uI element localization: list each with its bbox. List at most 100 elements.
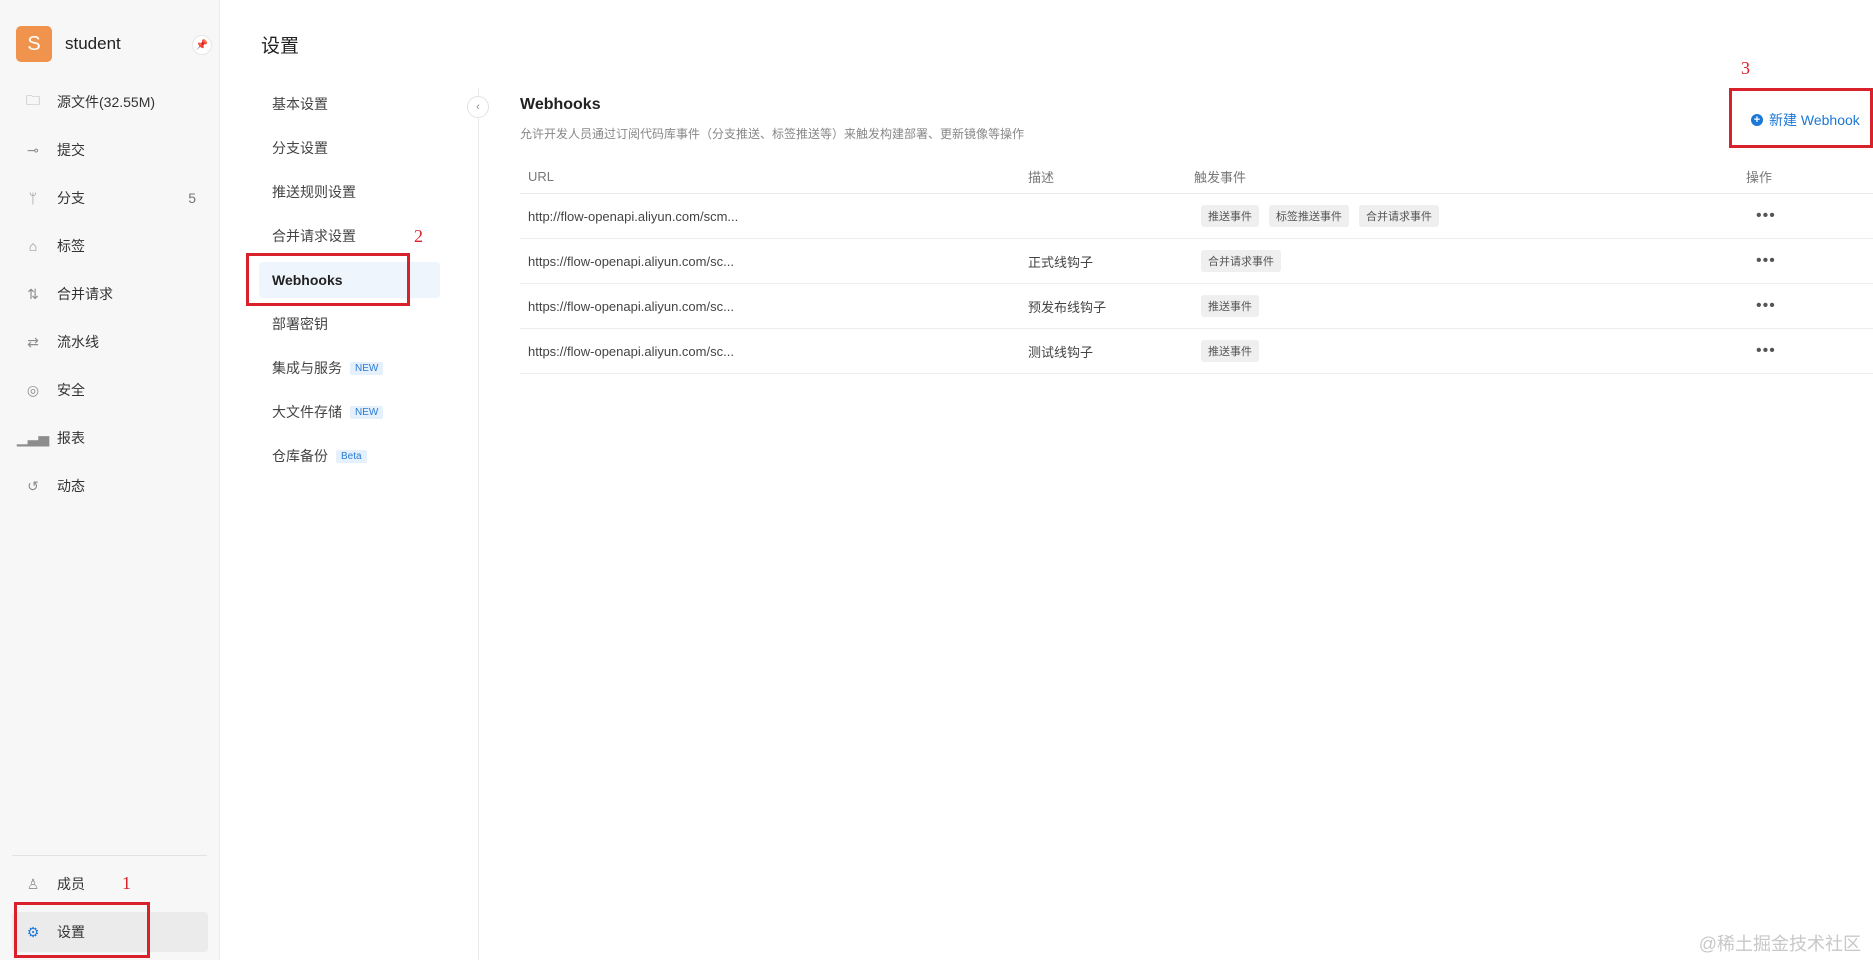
sidebar-item-label: 源文件(32.55M) (57, 94, 156, 110)
new-badge: NEW (350, 361, 384, 375)
sidebar-item-members[interactable]: ♙ 成员 (12, 864, 208, 904)
sidebar-item-security[interactable]: ◎ 安全 (12, 370, 208, 410)
sidebar-item-label: 成员 (57, 876, 85, 892)
sidebar-item-merge-requests[interactable]: ⇅ 合并请求 (12, 274, 208, 314)
webhook-events: 合并请求事件 (1194, 250, 1746, 272)
settings-nav-merge-request[interactable]: 合并请求设置 (259, 218, 440, 254)
settings-nav-push-rules[interactable]: 推送规则设置 (259, 174, 440, 210)
webhooks-table: URL 描述 触发事件 操作 http://flow-openapi.aliyu… (520, 160, 1873, 374)
webhook-url[interactable]: https://flow-openapi.aliyun.com/sc... (520, 254, 1028, 269)
sidebar-item-activity[interactable]: ↺ 动态 (12, 466, 208, 506)
collapse-button[interactable]: ‹ (467, 96, 489, 118)
more-actions-icon[interactable]: ••• (1746, 342, 1846, 360)
settings-nav-integrations[interactable]: 集成与服务 NEW (259, 350, 440, 386)
sidebar-item-label: 动态 (57, 478, 85, 494)
section-description: 允许开发人员通过订阅代码库事件（分支推送、标签推送等）来触发构建部署、更新镜像等… (520, 127, 1025, 141)
settings-nav-label: 推送规则设置 (272, 184, 356, 200)
webhook-url[interactable]: https://flow-openapi.aliyun.com/sc... (520, 299, 1028, 314)
sidebar-item-pipeline[interactable]: ⇄ 流水线 (12, 322, 208, 362)
section-title: Webhooks (520, 96, 601, 113)
annotation-number-2: 2 (414, 226, 423, 246)
sidebar-item-tags[interactable]: ⌂ 标签 (12, 226, 208, 266)
settings-nav-label: 大文件存储 (272, 404, 342, 420)
app-window: S student 📌 🗀 源文件(32.55M) ⊸ 提交 ᛘ 分支 5 ⌂ … (0, 0, 1873, 960)
sidebar-divider (12, 855, 207, 856)
annotation-box-settings (14, 902, 150, 958)
sidebar-item-label: 安全 (57, 382, 85, 398)
webhook-url[interactable]: https://flow-openapi.aliyun.com/sc... (520, 344, 1028, 359)
event-tag: 推送事件 (1201, 340, 1259, 362)
avatar: S (16, 26, 52, 62)
sidebar-item-label: 提交 (57, 142, 85, 158)
settings-nav-label: 集成与服务 (272, 360, 342, 376)
file-icon: 🗀 (26, 92, 40, 108)
event-tag: 推送事件 (1201, 205, 1259, 227)
sidebar-item-label: 分支 (57, 190, 85, 206)
settings-nav-label: 仓库备份 (272, 448, 328, 464)
beta-badge: Beta (336, 449, 367, 463)
column-divider (478, 88, 479, 960)
settings-nav-label: 部署密钥 (272, 316, 328, 332)
column-header-desc: 描述 (1028, 170, 1055, 185)
sidebar-item-files[interactable]: 🗀 源文件(32.55M) (12, 82, 208, 122)
tag-icon: ⌂ (28, 238, 38, 254)
more-actions-icon[interactable]: ••• (1746, 297, 1846, 315)
commit-icon: ⊸ (27, 141, 39, 158)
annotation-box-webhooks (246, 253, 410, 306)
settings-nav-label: 分支设置 (272, 140, 328, 156)
more-actions-icon[interactable]: ••• (1746, 207, 1846, 225)
column-header-events: 触发事件 (1194, 170, 1247, 185)
history-icon: ↺ (27, 477, 39, 494)
merge-request-icon: ⇅ (27, 285, 39, 302)
table-row: https://flow-openapi.aliyun.com/sc... 测试… (520, 329, 1873, 374)
webhook-events: 推送事件 标签推送事件 合并请求事件 (1194, 205, 1746, 227)
column-header-ops: 操作 (1746, 170, 1773, 185)
more-actions-icon[interactable]: ••• (1746, 252, 1846, 270)
table-row: https://flow-openapi.aliyun.com/sc... 预发… (520, 284, 1873, 329)
pin-icon[interactable]: 📌 (192, 35, 212, 55)
sidebar-item-branches[interactable]: ᛘ 分支 5 (12, 178, 208, 218)
settings-nav-label: 基本设置 (272, 96, 328, 112)
webhook-desc: 测试线钩子 (1028, 344, 1094, 360)
chevron-left-icon: ‹ (476, 101, 480, 113)
security-icon: ◎ (26, 381, 40, 398)
new-badge: NEW (350, 405, 384, 419)
event-tag: 合并请求事件 (1201, 250, 1281, 272)
repo-name: student (65, 34, 121, 53)
annotation-box-new-webhook (1729, 88, 1873, 148)
settings-nav-lfs[interactable]: 大文件存储 NEW (259, 394, 440, 430)
settings-nav-label: 合并请求设置 (272, 228, 356, 244)
table-header: URL 描述 触发事件 操作 (520, 160, 1873, 194)
webhook-url[interactable]: http://flow-openapi.aliyun.com/scm... (520, 209, 1028, 224)
sidebar-item-label: 合并请求 (57, 286, 113, 302)
event-tag: 合并请求事件 (1359, 205, 1439, 227)
settings-nav-basic[interactable]: 基本设置 (259, 86, 440, 122)
branch-icon: ᛘ (28, 190, 38, 206)
webhook-desc: 预发布线钩子 (1028, 299, 1107, 315)
sidebar-item-label: 报表 (57, 430, 85, 446)
event-tag: 推送事件 (1201, 295, 1259, 317)
settings-nav-backup[interactable]: 仓库备份 Beta (259, 438, 440, 474)
webhook-desc: 正式线钩子 (1028, 254, 1094, 270)
settings-nav-deploy-keys[interactable]: 部署密钥 (259, 306, 440, 342)
sidebar-item-reports[interactable]: ▁▃▅ 报表 (12, 418, 208, 458)
page-title: 设置 (261, 36, 300, 57)
webhook-events: 推送事件 (1194, 295, 1746, 317)
sidebar-item-label: 标签 (57, 238, 85, 254)
chart-icon: ▁▃▅ (16, 429, 50, 446)
user-icon: ♙ (26, 875, 40, 892)
branch-count: 5 (188, 190, 196, 206)
webhook-events: 推送事件 (1194, 340, 1746, 362)
event-tag: 标签推送事件 (1269, 205, 1349, 227)
watermark: @稀土掘金技术社区 (1698, 934, 1861, 954)
column-header-url: URL (528, 169, 555, 184)
sidebar-item-commits[interactable]: ⊸ 提交 (12, 130, 208, 170)
table-row: https://flow-openapi.aliyun.com/sc... 正式… (520, 239, 1873, 284)
annotation-number-3: 3 (1741, 58, 1750, 78)
repo-header[interactable]: S student 📌 (16, 26, 212, 62)
pipeline-icon: ⇄ (27, 333, 39, 350)
webhooks-header: Webhooks 允许开发人员通过订阅代码库事件（分支推送、标签推送等）来触发构… (520, 96, 1873, 142)
sidebar: S student 📌 🗀 源文件(32.55M) ⊸ 提交 ᛘ 分支 5 ⌂ … (0, 0, 220, 960)
settings-nav-branch[interactable]: 分支设置 (259, 130, 440, 166)
sidebar-item-label: 流水线 (57, 334, 99, 350)
